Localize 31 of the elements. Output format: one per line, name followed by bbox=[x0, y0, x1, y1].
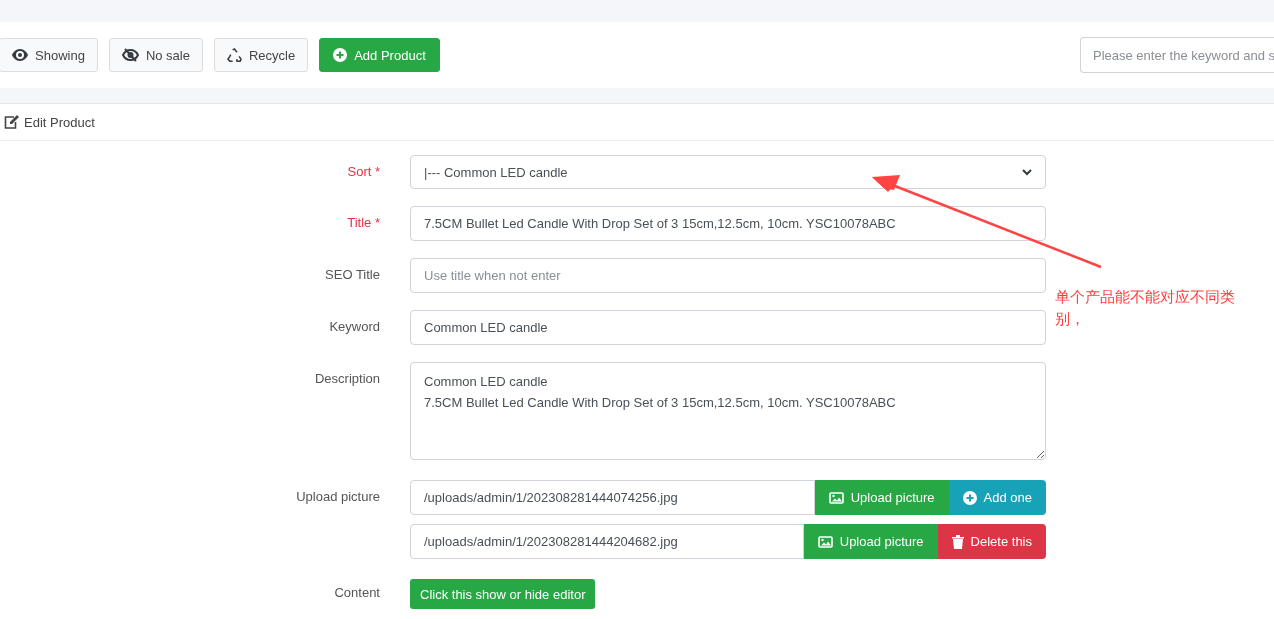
field-label: Title * bbox=[346, 214, 380, 232]
category-select[interactable]: |--- Common LED candle bbox=[410, 155, 1046, 189]
recycle-icon bbox=[226, 47, 242, 63]
plus-circle-icon bbox=[333, 48, 348, 62]
crossed-eye-icon bbox=[121, 48, 139, 62]
card-title: Edit Product bbox=[24, 114, 95, 130]
image-icon bbox=[828, 491, 844, 504]
text-field[interactable]: 7.5CM Bullet Led Candle With Drop Set of 3 15cm,12.5cm, 10cm. YSC10078ABC bbox=[410, 206, 1046, 241]
file-path-field[interactable]: /uploads/admin/1/202308281444204682.jpg bbox=[410, 524, 804, 559]
annotation-note: 单个产品能不能对应不同类别， bbox=[1055, 287, 1236, 330]
field-label: Keyword bbox=[328, 318, 380, 336]
field-label: Sort * bbox=[346, 163, 380, 181]
toolbar-button[interactable]: Showing bbox=[0, 38, 98, 72]
field-label: Upload picture bbox=[295, 488, 380, 506]
trash-icon bbox=[951, 534, 964, 549]
field-label: Description bbox=[313, 370, 380, 388]
text-field[interactable]: Common LED candle bbox=[410, 310, 1046, 345]
delete-button[interactable]: Delete this bbox=[937, 524, 1046, 559]
eye-icon bbox=[12, 49, 28, 61]
field-label: SEO Title bbox=[324, 266, 380, 284]
edit-icon bbox=[4, 115, 19, 129]
file-path-field[interactable]: /uploads/admin/1/202308281444074256.jpg bbox=[410, 480, 815, 515]
image-icon bbox=[817, 535, 833, 548]
toolbar-button[interactable]: No sale bbox=[108, 38, 203, 72]
toolbar-button[interactable]: Recycle bbox=[213, 38, 309, 72]
search-field[interactable]: Please enter the keyword and s bbox=[1080, 37, 1274, 73]
chevron-down-icon bbox=[1022, 168, 1032, 176]
field-label: Content bbox=[333, 584, 380, 602]
plus-circle-icon bbox=[962, 490, 977, 505]
description-field[interactable]: Common LED candle 7.5CM Bullet Led Candle With Drop Set of 3 15cm,12.5cm, 10cm. YSC10078ABC bbox=[410, 362, 1046, 460]
text-field[interactable]: Use title when not enter bbox=[410, 258, 1046, 293]
